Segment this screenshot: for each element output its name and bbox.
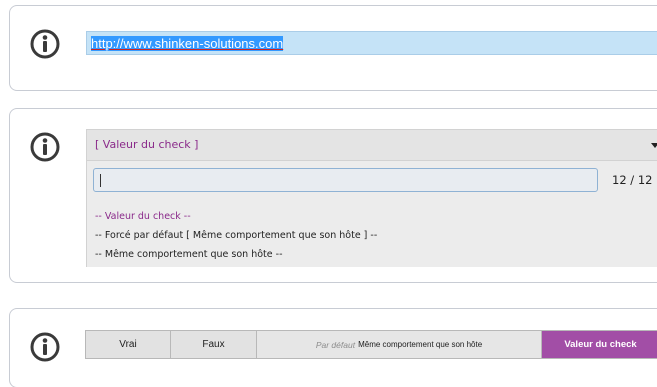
info-icon xyxy=(30,332,60,362)
text-cursor xyxy=(100,174,101,187)
option-valeur-du-check[interactable]: -- Valeur du check -- xyxy=(95,207,655,226)
option-list: -- Valeur du check -- -- Forcé par défau… xyxy=(95,207,655,264)
selected-value: [ Valeur du check ] xyxy=(95,138,199,151)
option-force-par-defaut[interactable]: -- Forcé par défaut [ Même comportement … xyxy=(95,226,655,245)
segment-valeur-du-check[interactable]: Valeur du check xyxy=(542,331,657,358)
segment-panel: Vrai Faux Par défaut Même comportement q… xyxy=(9,308,657,387)
info-icon xyxy=(30,132,60,162)
value-segmented-control: Vrai Faux Par défaut Même comportement q… xyxy=(85,330,657,359)
default-value: Même comportement que son hôte xyxy=(358,340,483,349)
dropdown-search-input[interactable] xyxy=(93,168,598,192)
info-icon xyxy=(30,29,60,59)
check-select-panel: [ Valeur du check ] 12 / 12 -- Valeur du… xyxy=(9,108,657,283)
select-dropdown: 12 / 12 -- Valeur du check -- -- Forcé p… xyxy=(86,161,657,267)
check-select[interactable]: [ Valeur du check ] xyxy=(86,129,657,161)
url-input[interactable]: http://www.shinken-solutions.com xyxy=(86,31,657,55)
caret-down-icon[interactable] xyxy=(651,143,657,148)
url-panel: http://www.shinken-solutions.com xyxy=(9,5,657,91)
segment-vrai[interactable]: Vrai xyxy=(86,331,171,358)
option-meme-comportement[interactable]: -- Même comportement que son hôte -- xyxy=(95,245,655,264)
default-prefix: Par défaut xyxy=(315,339,356,350)
result-count: 12 / 12 xyxy=(612,173,653,187)
url-value: http://www.shinken-solutions.com xyxy=(91,36,284,51)
segment-faux[interactable]: Faux xyxy=(171,331,257,358)
segment-par-defaut[interactable]: Par défaut Même comportement que son hôt… xyxy=(257,331,542,358)
